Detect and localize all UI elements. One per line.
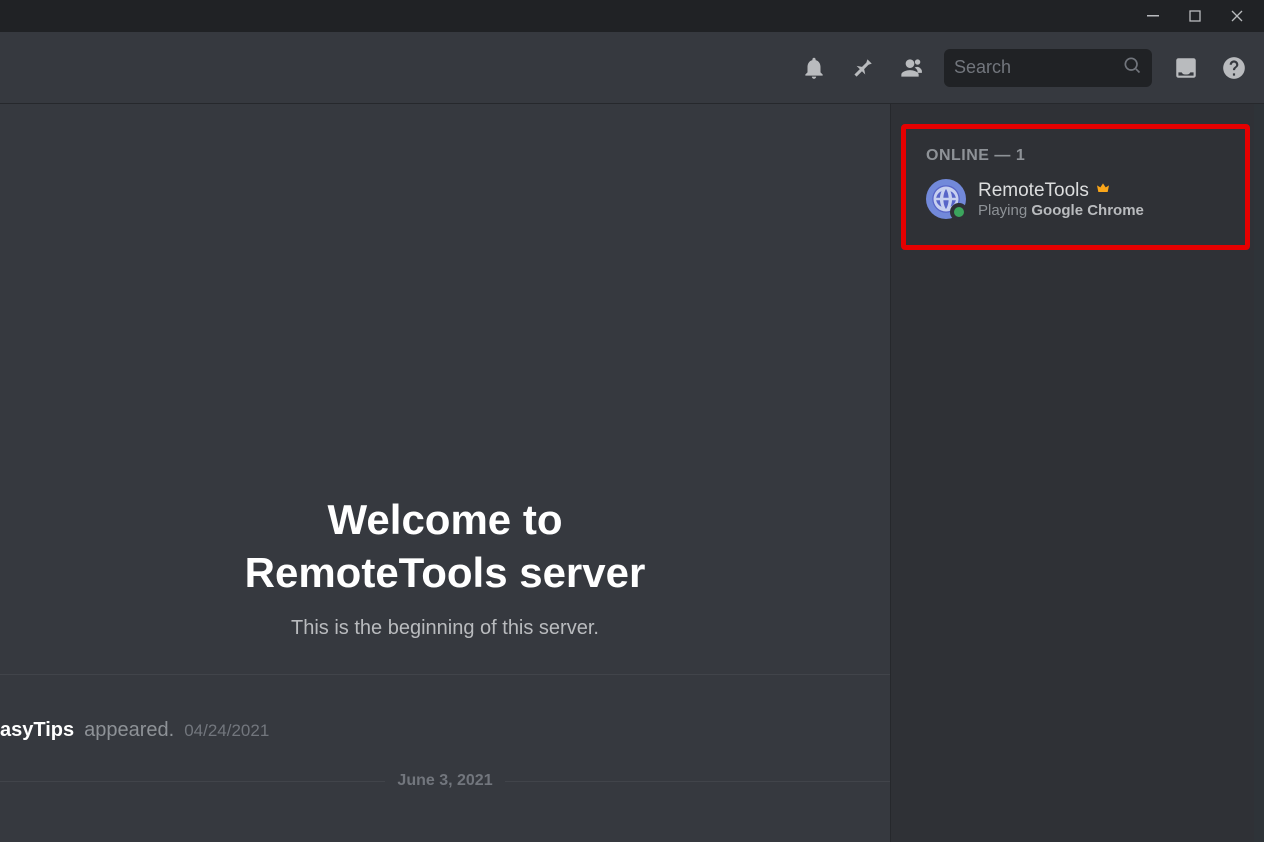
channel-header: Search (0, 32, 1264, 104)
window-titlebar (0, 0, 1264, 32)
inbox-button[interactable] (1172, 54, 1200, 82)
pin-icon (849, 55, 875, 81)
system-message-name: asyTips (0, 719, 74, 742)
welcome-title-line2: RemoteTools server (245, 549, 646, 596)
member-activity: Playing Google Chrome (978, 202, 1144, 219)
search-input[interactable]: Search (944, 49, 1152, 87)
date-divider: June 3, 2021 (0, 772, 890, 790)
members-heading: ONLINE — 1 (926, 147, 1233, 165)
member-username: RemoteTools (978, 180, 1144, 202)
minimize-icon (1147, 10, 1159, 22)
welcome-title: Welcome to RemoteTools server (95, 494, 795, 599)
member-row[interactable]: RemoteTools Playing Google Chrome (920, 175, 1233, 223)
crown-icon (1095, 180, 1111, 202)
help-icon (1221, 55, 1247, 81)
status-online-icon (950, 203, 968, 221)
members-highlight-box: ONLINE — 1 RemoteTools (901, 124, 1250, 250)
window-minimize-button[interactable] (1132, 0, 1174, 32)
member-list-toggle[interactable] (896, 54, 924, 82)
search-placeholder: Search (954, 57, 1011, 78)
maximize-icon (1189, 10, 1201, 22)
inbox-icon (1173, 55, 1199, 81)
bell-icon (801, 55, 827, 81)
window-maximize-button[interactable] (1174, 0, 1216, 32)
search-icon (1122, 55, 1142, 80)
chat-area: Welcome to RemoteTools server This is th… (0, 104, 890, 842)
system-message: asyTips appeared. 04/24/2021 (0, 719, 890, 742)
welcome-title-line1: Welcome to (328, 496, 563, 543)
notifications-button[interactable] (800, 54, 828, 82)
welcome-block: Welcome to RemoteTools server This is th… (95, 494, 795, 640)
date-divider-label: June 3, 2021 (385, 772, 504, 790)
system-message-date: 04/24/2021 (184, 721, 269, 741)
window-close-button[interactable] (1216, 0, 1258, 32)
members-icon (897, 55, 923, 81)
avatar (926, 179, 966, 219)
pinned-messages-button[interactable] (848, 54, 876, 82)
help-button[interactable] (1220, 54, 1248, 82)
divider (0, 674, 890, 675)
welcome-subtitle: This is the beginning of this server. (95, 617, 795, 640)
system-message-verb: appeared. (84, 719, 174, 742)
close-icon (1231, 10, 1243, 22)
scrollbar[interactable] (1254, 104, 1264, 842)
members-sidebar: ONLINE — 1 RemoteTools (890, 104, 1264, 842)
